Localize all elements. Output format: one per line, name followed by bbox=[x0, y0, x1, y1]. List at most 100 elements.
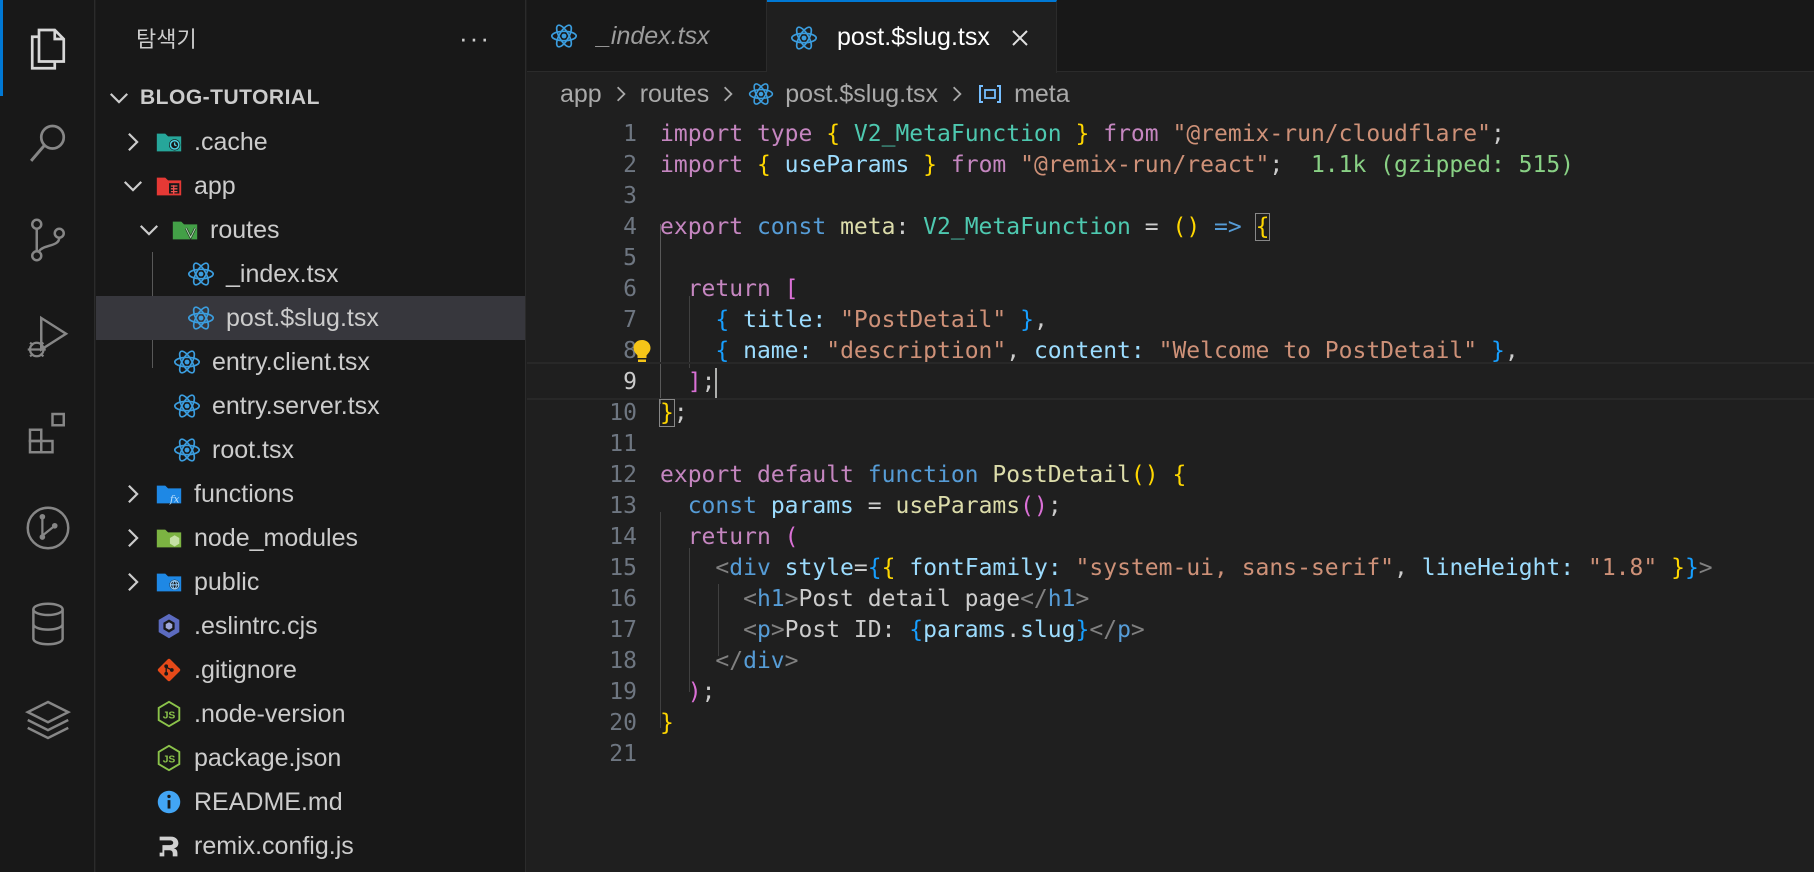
text-cursor bbox=[715, 367, 718, 398]
tree-item-label: _index.tsx bbox=[226, 259, 339, 288]
tree-item-gitignore[interactable]: .gitignore bbox=[96, 648, 525, 692]
breadcrumb-routes[interactable]: routes bbox=[640, 80, 709, 109]
tab-label: _index.tsx bbox=[597, 21, 710, 50]
tree-item-public[interactable]: public bbox=[96, 560, 525, 604]
react-icon bbox=[186, 259, 216, 289]
react-icon bbox=[789, 23, 819, 53]
explorer-icon[interactable] bbox=[0, 0, 95, 96]
tree-item-label: package.json bbox=[194, 743, 342, 772]
react-icon bbox=[172, 347, 202, 377]
breadcrumb-file-label: post.$slug.tsx bbox=[785, 79, 939, 108]
tree-item-label: .eslintrc.cjs bbox=[194, 611, 318, 640]
tree-item-root-tsx[interactable]: root.tsx bbox=[96, 428, 525, 472]
react-icon bbox=[747, 80, 775, 108]
tree-item-post-slug-tsx[interactable]: post.$slug.tsx bbox=[96, 296, 525, 340]
run-debug-icon[interactable] bbox=[0, 288, 95, 384]
chevron-down-icon bbox=[120, 173, 146, 199]
tab-index-tsx[interactable]: _index.tsx bbox=[527, 0, 767, 72]
chevron-right-icon bbox=[612, 85, 630, 103]
breadcrumb: app routes post.$slug.tsx meta bbox=[527, 72, 1814, 116]
sidebar-header: 탐색기 ··· bbox=[96, 0, 525, 76]
functions-folder-icon: fx bbox=[154, 479, 184, 509]
chevron-right-icon bbox=[948, 85, 966, 103]
chevron-down-icon bbox=[106, 85, 132, 111]
git-icon bbox=[154, 655, 184, 685]
react-icon bbox=[186, 303, 216, 333]
chevron-right-icon bbox=[120, 569, 146, 595]
tab-post-slug-tsx[interactable]: post.$slug.tsx bbox=[767, 0, 1057, 73]
more-actions-icon[interactable]: ··· bbox=[459, 23, 491, 54]
info-icon bbox=[154, 787, 184, 817]
file-tree: BLOG-TUTORIAL .cache app routes _index.t… bbox=[96, 76, 525, 868]
database-icon[interactable] bbox=[0, 576, 95, 672]
node-modules-folder-icon bbox=[154, 523, 184, 553]
routes-folder-icon bbox=[170, 215, 200, 245]
tree-item-package-json[interactable]: package.json bbox=[96, 736, 525, 780]
tree-item-eslintrc[interactable]: .eslintrc.cjs bbox=[96, 604, 525, 648]
tree-item-functions[interactable]: fx functions bbox=[96, 472, 525, 516]
tree-item-app[interactable]: app bbox=[96, 164, 525, 208]
react-icon bbox=[549, 21, 579, 51]
source-control-icon[interactable] bbox=[0, 192, 95, 288]
tree-item-entry-server-tsx[interactable]: entry.server.tsx bbox=[96, 384, 525, 428]
import-size-hint: 1.1k (gzipped: 515) bbox=[1310, 152, 1575, 178]
chevron-right-icon bbox=[120, 525, 146, 551]
tab-label: post.$slug.tsx bbox=[837, 23, 990, 51]
workspace-root[interactable]: BLOG-TUTORIAL bbox=[96, 76, 525, 120]
layers-icon[interactable] bbox=[0, 672, 95, 768]
tree-item-node-modules[interactable]: node_modules bbox=[96, 516, 525, 560]
code-line: 21 bbox=[527, 736, 1814, 772]
tree-item-label: .gitignore bbox=[194, 655, 297, 684]
line-number: 21 bbox=[609, 741, 637, 767]
git-graph-icon[interactable] bbox=[0, 480, 95, 576]
remix-icon bbox=[154, 831, 184, 861]
nodejs-icon bbox=[154, 699, 184, 729]
tree-item-node-version[interactable]: .node-version bbox=[96, 692, 525, 736]
tree-item-label: entry.server.tsx bbox=[212, 391, 380, 420]
tree-item-readme[interactable]: README.md bbox=[96, 780, 525, 824]
tree-item-remix-config[interactable]: remix.config.js bbox=[96, 824, 525, 868]
svg-text:fx: fx bbox=[169, 493, 180, 505]
extensions-icon[interactable] bbox=[0, 384, 95, 480]
chevron-right-icon bbox=[719, 85, 737, 103]
chevron-right-icon bbox=[120, 481, 146, 507]
editor-tabs: _index.tsx post.$slug.tsx bbox=[527, 0, 1814, 73]
tree-item-entry-client-tsx[interactable]: entry.client.tsx bbox=[96, 340, 525, 384]
tree-item-label: routes bbox=[210, 215, 280, 244]
react-icon bbox=[172, 435, 202, 465]
app-folder-icon bbox=[154, 171, 184, 201]
breadcrumb-file[interactable]: post.$slug.tsx bbox=[747, 80, 938, 109]
activity-bar bbox=[0, 0, 95, 872]
close-icon[interactable] bbox=[1008, 26, 1032, 50]
tree-item-label: app bbox=[194, 171, 236, 200]
lightbulb-icon[interactable] bbox=[628, 337, 656, 365]
sidebar-title: 탐색기 bbox=[136, 27, 197, 52]
tree-item-index-tsx[interactable]: _index.tsx bbox=[96, 252, 525, 296]
tree-item-label: README.md bbox=[194, 787, 343, 816]
nodejs-icon bbox=[154, 743, 184, 773]
chevron-right-icon bbox=[120, 129, 146, 155]
explorer-sidebar: 탐색기 ··· BLOG-TUTORIAL .cache app routes … bbox=[96, 0, 526, 872]
cache-folder-icon bbox=[154, 127, 184, 157]
breadcrumb-app[interactable]: app bbox=[560, 80, 602, 109]
tree-item-label: entry.client.tsx bbox=[212, 347, 370, 376]
react-icon bbox=[172, 391, 202, 421]
tree-item-label: post.$slug.tsx bbox=[226, 303, 379, 332]
tree-item-label: remix.config.js bbox=[194, 831, 354, 860]
tree-item-label: node_modules bbox=[194, 523, 359, 552]
tree-item-label: public bbox=[194, 567, 260, 596]
breadcrumb-symbol[interactable]: meta bbox=[976, 80, 1070, 109]
eslint-icon bbox=[154, 611, 184, 641]
breadcrumb-symbol-label: meta bbox=[1014, 79, 1070, 108]
search-icon[interactable] bbox=[0, 96, 95, 192]
public-folder-icon bbox=[154, 567, 184, 597]
workspace-root-label: BLOG-TUTORIAL bbox=[140, 86, 320, 109]
tree-item-label: root.tsx bbox=[212, 435, 294, 464]
tree-item-routes[interactable]: routes bbox=[96, 208, 525, 252]
tree-item-label: functions bbox=[194, 479, 295, 508]
tree-item-cache[interactable]: .cache bbox=[96, 120, 525, 164]
tree-item-label: .cache bbox=[194, 127, 268, 156]
tree-item-label: .node-version bbox=[194, 699, 346, 728]
chevron-down-icon bbox=[136, 217, 162, 243]
code-editor[interactable]: 1 import type { V2_MetaFunction } from "… bbox=[527, 116, 1814, 872]
